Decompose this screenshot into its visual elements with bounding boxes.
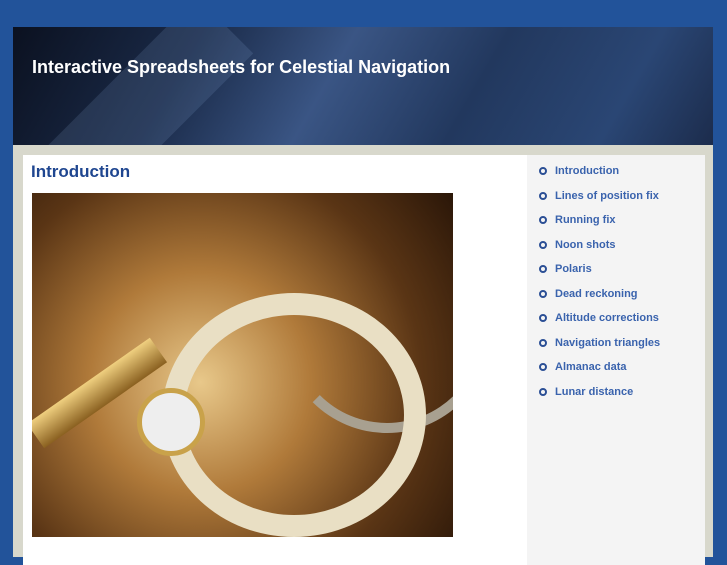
main-content: Introduction [23, 155, 527, 565]
bullet-icon [539, 167, 547, 176]
sidebar-item-label[interactable]: Dead reckoning [555, 288, 638, 300]
bullet-icon [539, 240, 547, 249]
header-banner: Interactive Spreadsheets for Celestial N… [13, 27, 713, 145]
sidebar-item-almanac-data[interactable]: Almanac data [539, 355, 705, 380]
sidebar-item-introduction[interactable]: Introduction [539, 159, 705, 184]
sidebar-nav: Introduction Lines of position fix Runni… [527, 155, 705, 565]
bullet-icon [539, 338, 547, 347]
sidebar-item-altitude-corrections[interactable]: Altitude corrections [539, 306, 705, 331]
sidebar-item-label[interactable]: Introduction [555, 165, 619, 177]
navigation-instruments-image [32, 193, 453, 537]
page-container: Interactive Spreadsheets for Celestial N… [13, 27, 713, 565]
sidebar-item-lines-of-position-fix[interactable]: Lines of position fix [539, 184, 705, 209]
sidebar-item-label[interactable]: Polaris [555, 263, 592, 275]
bullet-icon [539, 363, 547, 372]
sidebar-item-lunar-distance[interactable]: Lunar distance [539, 380, 705, 405]
sidebar-item-running-fix[interactable]: Running fix [539, 208, 705, 233]
bullet-icon [539, 265, 547, 274]
bullet-icon [539, 314, 547, 323]
sidebar-item-label[interactable]: Almanac data [555, 361, 627, 373]
sidebar-item-polaris[interactable]: Polaris [539, 257, 705, 282]
sidebar-item-noon-shots[interactable]: Noon shots [539, 233, 705, 258]
sidebar-item-label[interactable]: Noon shots [555, 239, 616, 251]
bullet-icon [539, 216, 547, 225]
sidebar-item-navigation-triangles[interactable]: Navigation triangles [539, 331, 705, 356]
sidebar-item-label[interactable]: Altitude corrections [555, 312, 659, 324]
sidebar-item-label[interactable]: Lunar distance [555, 386, 633, 398]
page-title: Introduction [31, 162, 131, 181]
bullet-icon [539, 289, 547, 298]
sidebar-item-label[interactable]: Running fix [555, 214, 616, 226]
sidebar-item-label[interactable]: Navigation triangles [555, 337, 660, 349]
bullet-icon [539, 387, 547, 396]
bullet-icon [539, 191, 547, 200]
site-title: Interactive Spreadsheets for Celestial N… [32, 57, 451, 77]
sidebar-item-label[interactable]: Lines of position fix [555, 190, 659, 202]
sidebar-item-dead-reckoning[interactable]: Dead reckoning [539, 282, 705, 307]
